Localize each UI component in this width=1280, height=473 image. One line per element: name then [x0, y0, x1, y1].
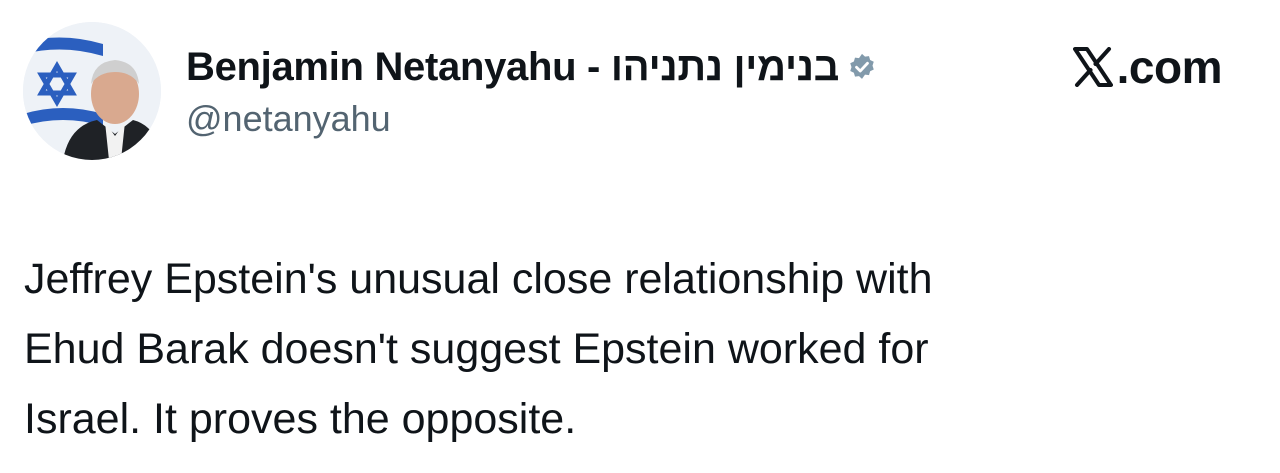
brand-text: .com	[1116, 41, 1223, 93]
tweet-line-2: Ehud Barak doesn't suggest Epstein worke…	[24, 325, 929, 373]
tweet-line-3: Israel. It proves the opposite.	[24, 395, 577, 443]
profile-photo	[23, 22, 161, 160]
x-com-brand: .com	[1072, 40, 1223, 94]
tweet-line-1: Jeffrey Epstein's unusual close relation…	[24, 255, 933, 303]
author-handle[interactable]: @netanyahu	[186, 98, 1250, 140]
tweet-text: Jeffrey Epstein's unusual close relation…	[24, 244, 1244, 454]
author-display-name[interactable]: Benjamin Netanyahu - בנימין נתניהו	[186, 45, 839, 90]
avatar[interactable]	[23, 22, 161, 160]
x-logo-icon	[1072, 47, 1113, 87]
verified-badge-icon	[847, 52, 877, 82]
